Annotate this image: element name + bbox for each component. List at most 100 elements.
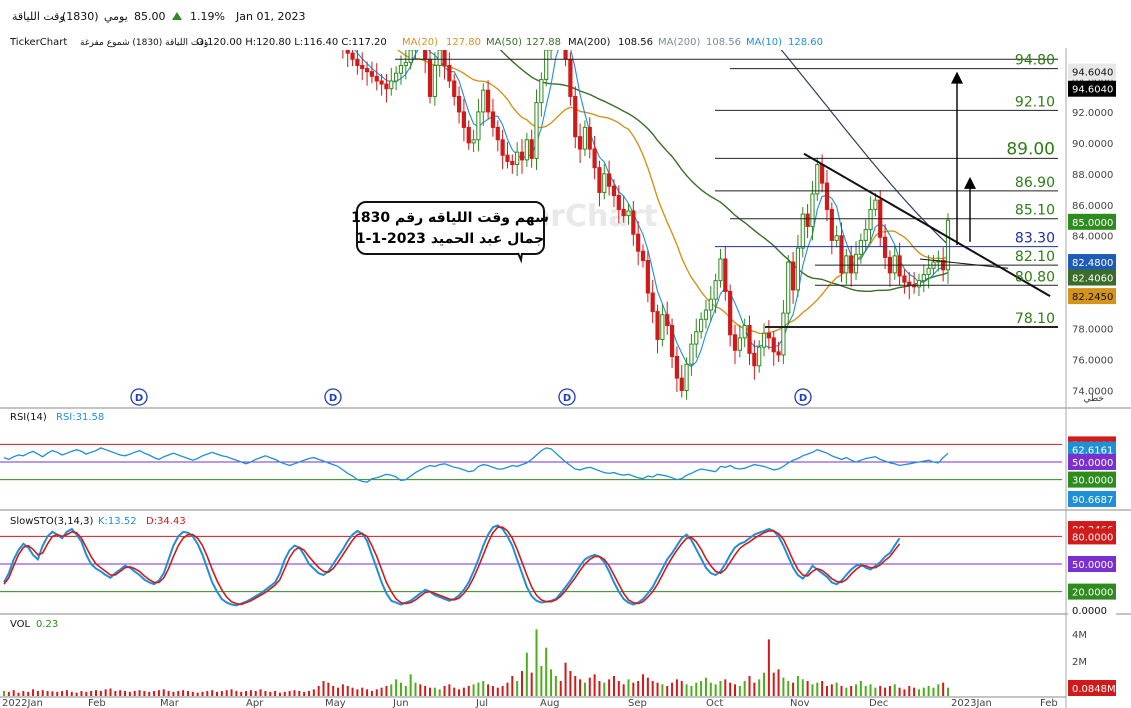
candle-body [844, 255, 849, 274]
volume-bar [220, 691, 223, 696]
volume-bar [574, 676, 577, 696]
volume-bar [579, 679, 582, 696]
ma20-value: 127.80 [446, 37, 481, 48]
candle-body [437, 50, 442, 66]
candle-body [839, 235, 844, 274]
volume-panel[interactable]: VOL 0.23 4M 2M 0.0848M [3, 619, 1116, 696]
rsi-title: RSI(14) [10, 412, 47, 423]
scale-mode-label: خطي [1084, 394, 1104, 404]
volume-bar [908, 686, 911, 696]
candle-body [602, 173, 607, 193]
volume-bar [12, 690, 15, 696]
volume-bar [443, 686, 446, 696]
time-axis-label: Aug [540, 698, 560, 708]
candle-body [723, 258, 728, 292]
candle-body [332, 34, 335, 35]
volume-bar [869, 684, 872, 696]
candle-body [369, 71, 375, 77]
volume-bar [917, 689, 920, 696]
volume-bar [186, 691, 189, 696]
rsi-badge-label: 90.6687 [1072, 495, 1113, 506]
volume-badge-label: 0.0848M [1072, 684, 1116, 695]
target-arrow-large-head [951, 71, 963, 84]
volume-bar [671, 682, 674, 696]
candle-body [742, 325, 747, 339]
volume-bar [399, 682, 402, 696]
volume-bar [583, 682, 586, 696]
candle-body [592, 148, 597, 169]
rsi-badge-label: 50.0000 [1072, 458, 1113, 469]
candle-body [699, 318, 704, 333]
volume-bar [724, 679, 727, 696]
volume-bar [753, 682, 756, 696]
time-axis-label: Jun [392, 698, 409, 708]
volume-bar [356, 689, 359, 696]
volume-bar [167, 691, 170, 696]
candle-body [674, 355, 680, 379]
volume-bar [550, 669, 553, 696]
volume-bar [903, 689, 906, 696]
candle-body [873, 199, 878, 210]
volume-bar [530, 672, 533, 696]
candle-body [466, 126, 471, 144]
period-label: يومي [104, 10, 128, 23]
volume-bar [298, 691, 301, 696]
volume-bar [859, 681, 862, 696]
candle-body [577, 136, 583, 150]
header-bar: وقت اللياقة (1830) يومي 85.00 1.19% Jan … [0, 0, 1131, 34]
dividend-marker[interactable]: D [130, 388, 148, 406]
symbol-code: (1830) [62, 10, 99, 23]
volume-bar [254, 691, 257, 696]
dividend-marker[interactable]: D [794, 388, 812, 406]
volume-bar [201, 691, 204, 696]
dividend-marker[interactable]: D [324, 388, 342, 406]
chart-canvas[interactable]: TickerChart وقت اللياقة (1830) شموع مفرغ… [0, 34, 1131, 708]
volume-bar [482, 681, 485, 696]
ma10-label: MA(10) [746, 37, 782, 48]
candle-body [708, 298, 713, 311]
volume-bar [433, 687, 436, 696]
time-axis-label: 2022Jan [2, 698, 43, 708]
candle-body [500, 139, 505, 156]
volume-bar [937, 684, 940, 696]
volume-bar [458, 689, 461, 696]
volume-bar [124, 691, 127, 696]
candle-body [926, 267, 931, 275]
volume-bar [879, 686, 882, 696]
rsi-panel[interactable]: RSI(14)RSI:31.5870.000062.616150.000030.… [0, 412, 1116, 507]
time-axis-label: May [325, 698, 346, 708]
volume-bar [196, 692, 199, 696]
candle-body [771, 337, 776, 353]
volume-bar [559, 681, 562, 696]
volume-bar [487, 684, 490, 696]
volume-bar [462, 687, 465, 696]
change-pct: 1.19% [190, 10, 225, 23]
symbol-name: وقت اللياقة [12, 10, 65, 23]
candle-body [718, 258, 723, 282]
level-label: 82.10 [1015, 249, 1055, 265]
candle-body [611, 185, 617, 196]
volume-bar [191, 691, 194, 696]
candle-body [858, 239, 863, 255]
stoch-badge-label: 20.0000 [1072, 588, 1113, 599]
candle-body [471, 139, 476, 144]
volume-bar [496, 687, 499, 696]
candle-body [694, 331, 699, 345]
stochastic-panel[interactable]: SlowSTO(3,14,3)K:13.52D:34.4380.246680.0… [0, 516, 1116, 618]
stoch-badge-label: 80.0000 [1072, 532, 1113, 543]
stoch-d-label: D:34.43 [146, 516, 186, 527]
volume-bar [448, 684, 451, 696]
dividend-marker[interactable]: D [558, 388, 576, 406]
volume-bar [133, 691, 136, 696]
candle-body [863, 229, 868, 241]
price-badge-label: 82.4060 [1072, 274, 1113, 285]
candle-body [442, 50, 447, 66]
candle-body [897, 255, 902, 277]
volume-bar [177, 691, 180, 696]
price-panel[interactable]: TickerChart 94.80 92.10 89.00 86.90 85.10 83.3… [4, 34, 1116, 406]
volume-bar [380, 687, 383, 696]
candle-body [824, 182, 830, 210]
candle-body [505, 154, 510, 162]
volume-bar [627, 679, 630, 696]
candle-body [728, 290, 733, 336]
